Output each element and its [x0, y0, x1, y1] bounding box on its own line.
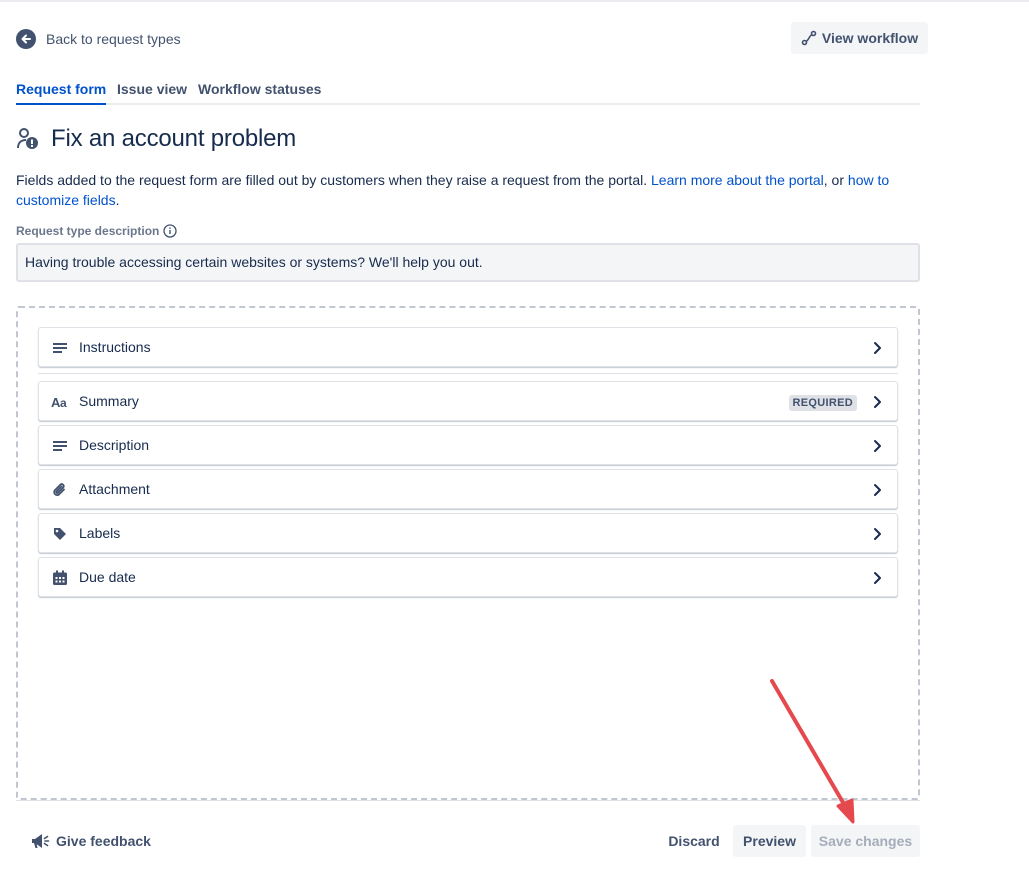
field-label: Due date	[79, 569, 136, 585]
field-divider	[38, 373, 898, 374]
text-style-icon: A a	[51, 393, 69, 411]
chevron-right-icon	[869, 526, 885, 542]
field-row-labels[interactable]: Labels	[38, 513, 898, 553]
workflow-icon	[801, 30, 817, 46]
person-alert-icon	[16, 127, 40, 151]
field-label: Description	[79, 437, 150, 453]
svg-text:a: a	[60, 396, 67, 409]
text-lines-icon	[51, 339, 69, 357]
intro-or-text: , or	[823, 172, 845, 188]
field-row-summary[interactable]: A a Summary REQUIRED	[38, 381, 898, 421]
field-label: Labels	[79, 525, 121, 541]
page-header: Fix an account problem	[16, 124, 296, 154]
intro-end-text: .	[115, 192, 120, 208]
field-row-attachment[interactable]: Attachment	[38, 469, 898, 509]
chevron-right-icon	[869, 340, 885, 356]
footer-divider	[16, 800, 920, 801]
calendar-icon	[51, 569, 69, 587]
intro-paragraph: Fields added to the request form are fil…	[16, 170, 916, 210]
top-divider	[0, 0, 1029, 2]
megaphone-icon	[32, 834, 50, 848]
paperclip-icon	[51, 481, 69, 499]
chevron-right-icon	[869, 394, 885, 410]
description-label-text: Request type description	[16, 224, 160, 238]
arrow-left-circle-icon	[16, 29, 36, 49]
field-label: Instructions	[79, 339, 151, 355]
discard-button[interactable]: Discard	[662, 825, 726, 857]
tab-bar: Request form Issue view Workflow statuse…	[16, 78, 920, 105]
field-label: Summary	[79, 393, 139, 409]
text-lines-icon	[51, 437, 69, 455]
tag-icon	[51, 525, 69, 543]
required-badge: REQUIRED	[788, 395, 857, 411]
back-to-request-types-link[interactable]: Back to request types	[16, 28, 181, 50]
view-workflow-label: View workflow	[821, 30, 919, 46]
request-type-description-label: Request type description	[16, 223, 178, 239]
field-row-due-date[interactable]: Due date	[38, 557, 898, 597]
chevron-right-icon	[869, 482, 885, 498]
view-workflow-button[interactable]: View workflow	[791, 22, 928, 54]
chevron-right-icon	[869, 438, 885, 454]
back-label: Back to request types	[46, 31, 181, 47]
intro-text: Fields added to the request form are fil…	[16, 172, 648, 188]
give-feedback-label: Give feedback	[56, 833, 151, 849]
give-feedback-button[interactable]: Give feedback	[30, 830, 151, 852]
field-row-instructions[interactable]: Instructions	[38, 327, 898, 367]
preview-button[interactable]: Preview	[733, 825, 806, 857]
page-title: Fix an account problem	[51, 125, 297, 152]
tab-request-form[interactable]: Request form	[16, 81, 107, 105]
learn-more-portal-link[interactable]: Learn more about the portal	[651, 172, 824, 188]
tab-workflow-statuses[interactable]: Workflow statuses	[198, 81, 321, 105]
tab-issue-view[interactable]: Issue view	[117, 81, 187, 105]
info-icon[interactable]	[163, 224, 178, 238]
chevron-right-icon	[869, 570, 885, 586]
field-row-description[interactable]: Description	[38, 425, 898, 465]
field-label: Attachment	[79, 481, 150, 497]
save-changes-button[interactable]: Save changes	[811, 825, 920, 857]
request-type-description-field[interactable]: Having trouble accessing certain website…	[16, 243, 920, 282]
